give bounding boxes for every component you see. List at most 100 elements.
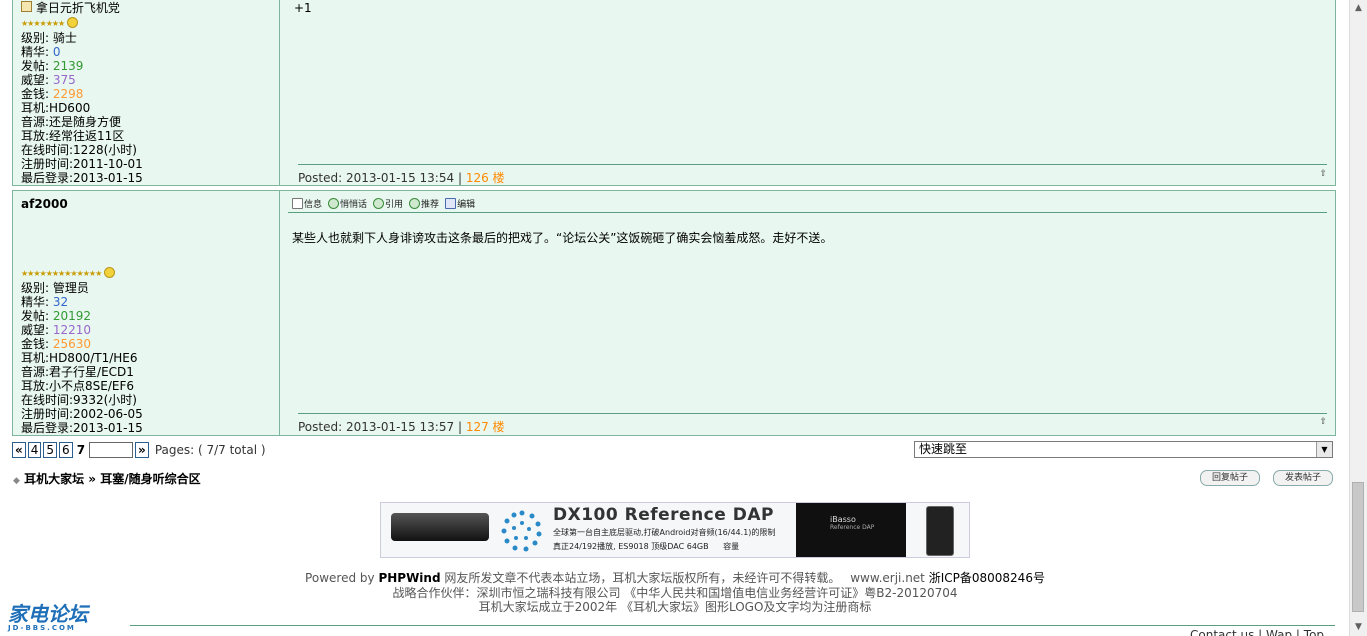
author-username[interactable]: af2000 — [21, 197, 68, 211]
post-body: 信息 悄悄话 引用 推荐 编辑 某些人也就剩下人身诽谤攻击这条最后的把戏了。“论… — [280, 191, 1335, 435]
footer-disclaimer: 网友所发文章不代表本站立场，耳机大家坛版权所有，未经许可不得转载。 — [444, 571, 841, 585]
posts-label: 发帖: — [21, 59, 50, 73]
post-author-panel: af2000 ★★★★★★★★★★★★★ 级别: 管理员 精华: 32 发帖: … — [13, 191, 280, 435]
new-post-button[interactable]: 发表帖子 — [1273, 470, 1333, 486]
posts-value: 20192 — [52, 309, 92, 323]
toolbar-divider — [288, 212, 1327, 213]
scrollbar-thumb[interactable] — [1352, 482, 1364, 612]
reply-button-label: 回复帖子 — [1211, 473, 1248, 483]
smile-icon — [104, 267, 116, 278]
prev-page-button[interactable]: « — [12, 442, 26, 458]
breadcrumb-icon: ◆ — [13, 476, 20, 486]
level-label: 级别: — [21, 281, 50, 295]
device-image — [926, 506, 954, 556]
banner-brand-sub: Reference DAP — [830, 524, 875, 531]
amp-info: 耳放:经常往返11区 — [21, 129, 125, 143]
banner-line2-text: 真正24/192播放, ES9018 顶级DAC 64GB — [553, 542, 709, 551]
site-logo[interactable]: 家电论坛 JD-BBS.COM — [8, 598, 88, 632]
jinghua-label: 精华: — [21, 45, 50, 59]
register-date: 注册时间:2011-10-01 — [21, 157, 143, 171]
toolbar-message-label: 悄悄话 — [340, 200, 368, 210]
page-link[interactable]: 6 — [59, 442, 73, 458]
toolbar-message[interactable]: 悄悄话 — [328, 197, 367, 210]
level-value: 管理员 — [52, 281, 89, 295]
ad-banner[interactable]: DX100 Reference DAP 全球第一台自主底层驱动,打破Androi… — [380, 502, 970, 558]
source-info: 音源:还是随身方便 — [21, 115, 122, 129]
post-meta: Posted: 2013-01-15 13:54 | 126 楼 — [298, 169, 505, 186]
banner-line2-capacity: 容量 — [723, 542, 740, 551]
powered-by-label: Powered by — [305, 571, 375, 585]
vertical-scrollbar[interactable]: ▲ ▼ — [1349, 0, 1367, 636]
rank-stars-icon: ★★★★★★★ — [21, 19, 65, 28]
toolbar-recommend-label: 推荐 — [421, 200, 440, 210]
money-value: 2298 — [52, 87, 84, 101]
post-author-panel: 拿日元折飞机党 ★★★★★★★ 级别: 骑士 精华: 0 发帖: 2139 威望… — [13, 0, 280, 185]
post-time: Posted: 2013-01-15 13:57 — [298, 420, 455, 434]
post-body: +1 Posted: 2013-01-15 13:54 | 126 楼 ⇧ — [280, 0, 1335, 185]
bottom-divider — [130, 625, 1335, 626]
author-info: 拿日元折飞机党 ★★★★★★★ 级别: 骑士 精华: 0 发帖: 2139 威望… — [21, 1, 143, 185]
current-page: 7 — [76, 443, 86, 457]
phpwind-link[interactable]: PHPWind — [378, 571, 440, 585]
meta-separator: | — [457, 420, 462, 434]
next-page-button[interactable]: » — [135, 442, 149, 458]
source-info: 音源:君子行星/ECD1 — [21, 365, 134, 379]
weiwang-value: 12210 — [52, 323, 92, 337]
rank-stars-icon: ★★★★★★★★★★★★★ — [21, 269, 102, 278]
toolbar-info[interactable]: 信息 — [292, 197, 322, 210]
level-value: 骑士 — [52, 31, 77, 45]
weiwang-label: 威望: — [21, 323, 50, 337]
weiwang-label: 威望: — [21, 73, 50, 87]
new-post-button-label: 发表帖子 — [1284, 473, 1321, 483]
scroll-down-icon[interactable]: ▼ — [1350, 619, 1367, 636]
bottom-links[interactable]: Contact us | Wap | Top — [1190, 628, 1340, 636]
post-time: Posted: 2013-01-15 13:54 — [298, 171, 455, 185]
posts-label: 发帖: — [21, 309, 50, 323]
level-label: 级别: — [21, 31, 50, 45]
breadcrumb-text[interactable]: 耳机大家坛 » 耳塞/随身听综合区 — [24, 472, 201, 486]
meta-separator: | — [457, 171, 462, 185]
pages-info: Pages: ( 7/7 total ) — [154, 443, 266, 457]
banner-line2: 真正24/192播放, ES9018 顶级DAC 64GB 容量 — [553, 541, 739, 552]
post-content: +1 — [294, 1, 312, 15]
jinghua-value: 32 — [52, 295, 69, 309]
money-label: 金钱: — [21, 87, 50, 101]
back-to-top-icon[interactable]: ⇧ — [1319, 417, 1327, 427]
floor-link[interactable]: 127 楼 — [466, 420, 505, 434]
toolbar-quote[interactable]: 引用 — [373, 197, 403, 210]
toolbar-recommend[interactable]: 推荐 — [409, 197, 439, 210]
page-number-input[interactable] — [89, 442, 134, 458]
dotted-logo-icon — [501, 510, 542, 552]
weiwang-value: 375 — [52, 73, 76, 87]
info-icon — [292, 198, 303, 209]
banner-line1: 全球第一台自主底层驱动,打破Android对音频(16/44.1)的限制 — [553, 528, 776, 537]
smile-icon — [67, 17, 79, 28]
page-link[interactable]: 4 — [27, 442, 42, 458]
author-title: 拿日元折飞机党 — [35, 1, 120, 15]
post-126: 拿日元折飞机党 ★★★★★★★ 级别: 骑士 精华: 0 发帖: 2139 威望… — [12, 0, 1336, 186]
post-divider — [298, 413, 1327, 414]
post-toolbar: 信息 悄悄话 引用 推荐 编辑 — [292, 197, 475, 210]
banner-device-panel: iBasso Reference DAP — [796, 503, 906, 557]
earphone-info: 耳机:HD800/T1/HE6 — [21, 351, 138, 365]
reply-button[interactable]: 回复帖子 — [1200, 470, 1260, 486]
earphone-info: 耳机:HD600 — [21, 101, 91, 115]
back-to-top-icon[interactable]: ⇧ — [1319, 169, 1327, 179]
scroll-up-icon[interactable]: ▲ — [1350, 0, 1367, 17]
logo-text: 家电论坛 — [8, 602, 88, 626]
quick-jump-select[interactable]: 快速跳至 ▼ — [914, 441, 1333, 458]
chevron-down-icon[interactable]: ▼ — [1316, 442, 1332, 457]
site-link[interactable]: www.erji.net — [850, 571, 925, 585]
page-link[interactable]: 5 — [43, 442, 58, 458]
floor-link[interactable]: 126 楼 — [466, 171, 505, 185]
post-content: 某些人也就剩下人身诽谤攻击这条最后的把戏了。“论坛公关”这饭碗砸了确实会恼羞成怒… — [292, 231, 833, 245]
icp-link[interactable]: 浙ICP备08008246号 — [929, 571, 1045, 585]
toolbar-quote-label: 引用 — [385, 200, 404, 210]
pagination: « 4 5 6 7 » Pages: ( 7/7 total ) — [12, 442, 266, 458]
last-login: 最后登录:2013-01-15 — [21, 421, 143, 435]
jinghua-label: 精华: — [21, 295, 50, 309]
online-time: 在线时间:1228(小时) — [21, 143, 137, 157]
footer-line3: 耳机大家坛成立于2002年 《耳机大家坛》图形LOGO及文字均为注册商标 — [478, 600, 872, 614]
recommend-icon — [409, 198, 421, 209]
toolbar-edit[interactable]: 编辑 — [445, 197, 475, 210]
